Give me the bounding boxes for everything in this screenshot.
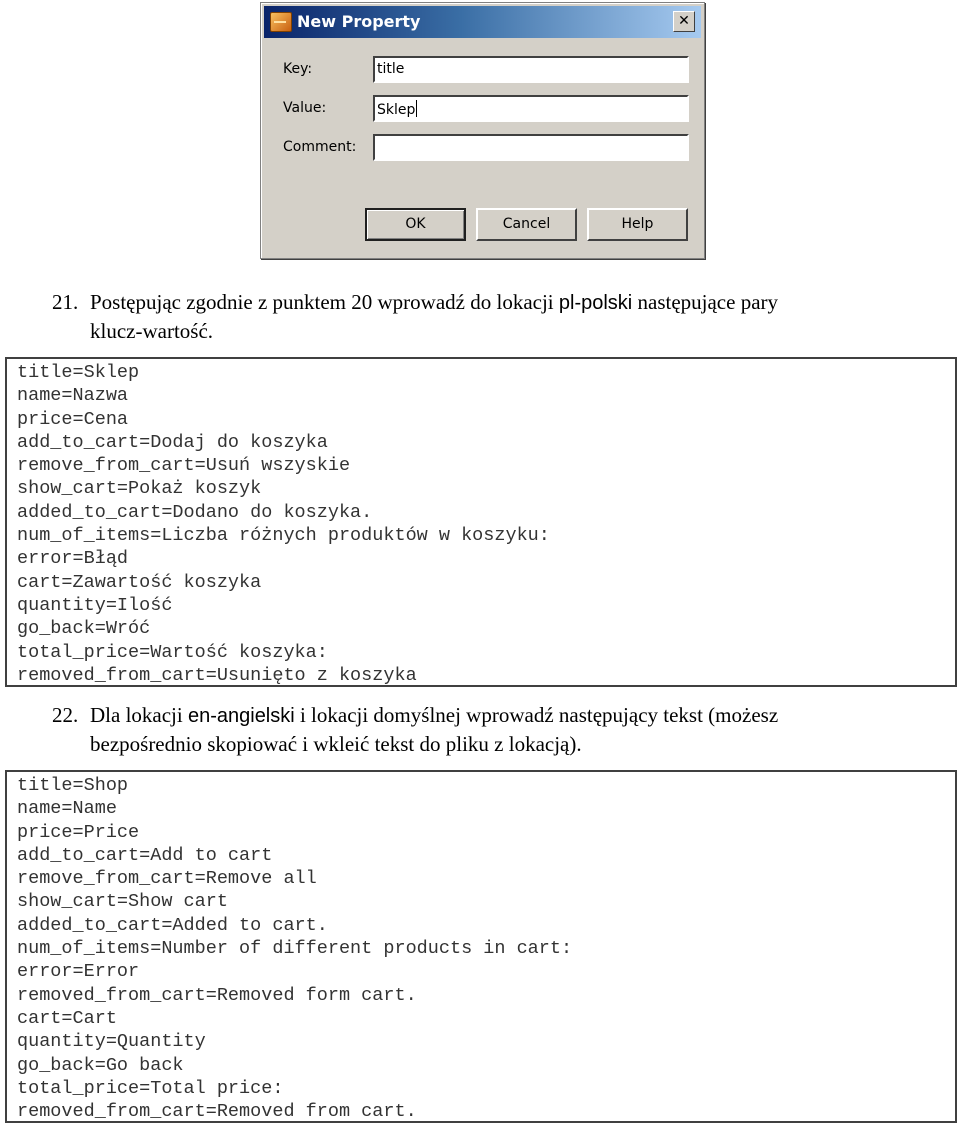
code-line: error=Błąd [17,548,129,570]
close-button[interactable]: ✕ [673,11,695,32]
code-line: total_price=Wartość koszyka: [17,641,328,663]
step-22-text-after: i lokacji domyślnej wprowadź następujący… [294,703,779,727]
code-line: title=Sklep [17,362,140,383]
step-21-line-2: klucz-wartość. [90,319,214,343]
close-icon: ✕ [678,13,690,29]
code-line: name=Nazwa [17,385,129,407]
step-22-line-2: bezpośrednio skopiować i wkleić tekst do… [90,732,582,756]
key-input[interactable]: title [373,56,689,83]
step-21-number: 21. [52,290,79,314]
code-line: title=Shop [17,775,129,796]
step-21-text-before: Postępując zgodnie z punktem 20 wprowadź… [90,290,559,314]
dialog-title: New Property [297,12,421,31]
step-22-text-before: Dla lokacji [90,703,188,727]
code-line: removed_from_cart=Removed from cart. [17,1101,417,1123]
code-line: added_to_cart=Added to cart. [17,914,328,936]
code-line: show_cart=Pokaż koszyk [17,478,262,500]
code-block-polish: title=Sklep name=Nazwa price=Cena add_to_ca… [5,357,957,687]
new-property-dialog: New Property ✕ Key: title Value: Sklep C… [260,2,705,259]
value-input[interactable]: Sklep [373,95,689,122]
code-line: add_to_cart=Dodaj do koszyka [17,431,328,453]
code-line: quantity=Ilość [17,594,173,616]
key-label: Key: [283,61,313,77]
code-line: go_back=Go back [17,1054,184,1076]
code-line: removed_from_cart=Usunięto z koszyka [17,664,417,686]
step-22-line-1: 22. Dla lokacji en-angielski i lokacji do… [52,701,952,730]
key-input-value: title [377,61,405,77]
step-21-line-1: 21. Postępując zgodnie z punktem 20 wprow… [52,288,952,317]
step-22-number: 22. [52,703,79,727]
code-line: show_cart=Show cart [17,891,228,913]
comment-label: Comment: [283,139,357,155]
step-21-locale: pl-polski [558,292,633,314]
cancel-button[interactable]: Cancel [476,208,577,241]
step-22-paragraph: 22. Dla lokacji en-angielski i lokacji do… [52,701,952,758]
help-button[interactable]: Help [587,208,688,241]
code-line: price=Price [17,821,140,843]
ok-button[interactable]: OK [365,208,466,241]
code-line: num_of_items=Number of different product… [17,938,573,960]
code-line: error=Error [17,961,140,983]
property-app-icon [270,12,292,32]
code-line: remove_from_cart=Usuń wszyskie [17,455,351,477]
code-line: total_price=Total price: [17,1077,284,1099]
dialog-titlebar[interactable]: New Property ✕ [264,6,701,38]
code-line: add_to_cart=Add to cart [17,844,273,866]
code-line: added_to_cart=Dodano do koszyka. [17,501,373,523]
code-line: price=Cena [17,408,129,430]
code-line: remove_from_cart=Remove all [17,868,317,890]
value-input-value: Sklep [377,102,416,118]
code-line: cart=Cart [17,1007,117,1029]
step-21-text-after: następujące pary [632,290,779,314]
step-21-paragraph: 21. Postępując zgodnie z punktem 20 wprow… [52,288,952,345]
text-caret [416,100,418,117]
code-line: cart=Zawartość koszyka [17,571,262,593]
code-block-english: title=Shop name=Name price=Price add_to_car… [5,770,957,1123]
comment-input[interactable] [373,134,689,161]
code-line: quantity=Quantity [17,1031,206,1053]
code-line: name=Name [17,798,117,820]
step-22-locale: en-angielski [187,705,295,727]
code-line: num_of_items=Liczba różnych produktów w … [17,525,550,547]
value-label: Value: [283,100,327,116]
code-line: go_back=Wróć [17,618,151,640]
code-line: removed_from_cart=Removed form cart. [17,984,417,1006]
